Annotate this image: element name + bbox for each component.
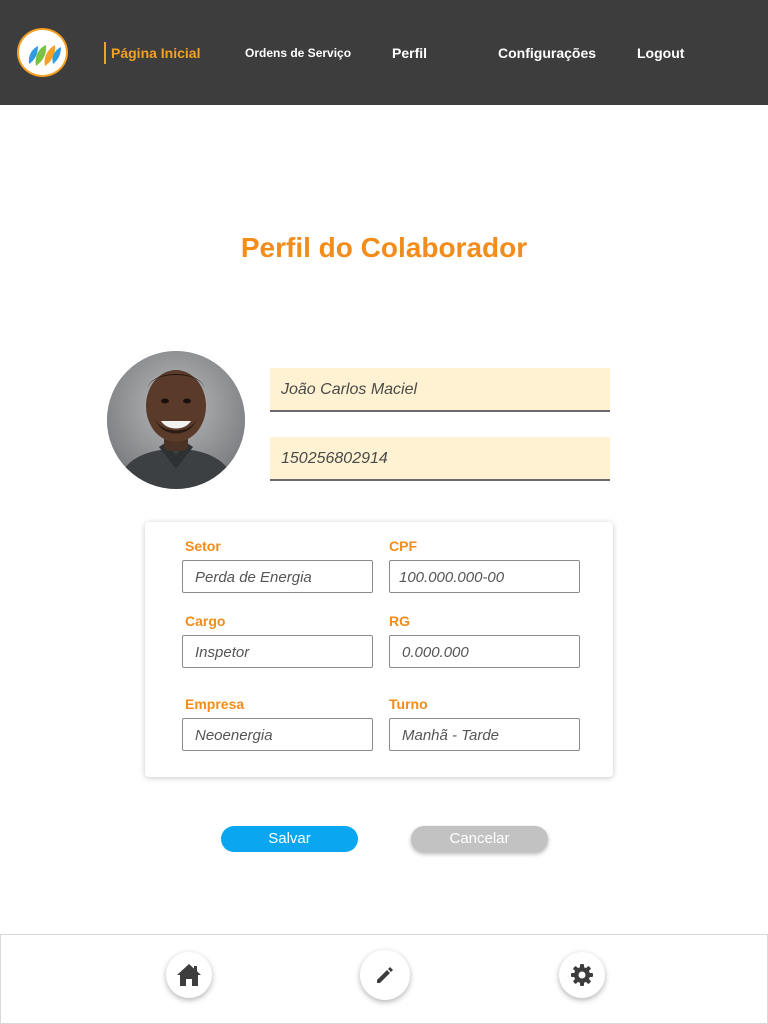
leaves-logo-icon [28,45,61,66]
home-button[interactable] [166,952,212,998]
home-icon [177,964,201,986]
cargo-label: Cargo [185,613,226,629]
details-card: Setor Perda de Energia CPF 100.000.000-0… [145,522,613,777]
gear-icon [571,964,593,986]
cargo-input[interactable]: Inspetor [182,635,373,668]
cpf-label: CPF [389,538,417,554]
setor-input[interactable]: Perda de Energia [182,560,373,593]
profile-photo [107,351,245,489]
bottom-navbar [0,934,768,1024]
company-logo[interactable] [17,28,68,77]
save-button[interactable]: Salvar [221,826,358,852]
nav-service-orders[interactable]: Ordens de Serviço [245,44,351,62]
empresa-label: Empresa [185,696,245,712]
edit-button[interactable] [360,950,410,1000]
nav-profile[interactable]: Perfil [392,44,427,62]
rg-input[interactable]: 0.000.000 [389,635,580,668]
empresa-input[interactable]: Neoenergia [182,718,373,751]
setor-label: Setor [185,538,221,554]
avatar [107,351,245,489]
nav-home[interactable]: Página Inicial [104,42,200,64]
turno-input[interactable]: Manhã - Tarde [389,718,580,751]
cancel-button[interactable]: Cancelar [411,826,548,852]
id-field[interactable]: 150256802914 [270,437,610,481]
rg-label: RG [389,613,410,629]
top-navbar: Página Inicial Ordens de Serviço Perfil … [0,0,768,105]
nav-settings[interactable]: Configurações [498,44,596,62]
settings-button[interactable] [559,952,605,998]
turno-label: Turno [389,696,428,712]
page-title: Perfil do Colaborador [240,232,528,263]
pencil-icon [377,967,393,983]
cpf-input[interactable]: 100.000.000-00 [389,560,580,593]
app-root: Página Inicial Ordens de Serviço Perfil … [0,0,768,1024]
nav-logout[interactable]: Logout [637,44,684,62]
name-field[interactable]: João Carlos Maciel [270,368,610,412]
